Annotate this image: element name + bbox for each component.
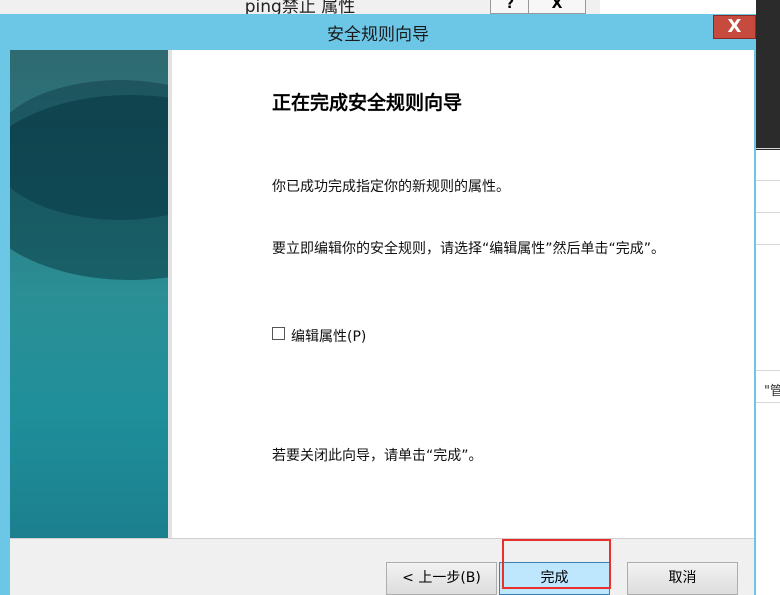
button-bar: < 上一步(B) 完成 取消 — [10, 538, 754, 595]
divider — [756, 212, 780, 213]
success-message: 你已成功完成指定你的新规则的属性。 — [272, 179, 510, 195]
background-window: ping禁止 属性 ? X — [0, 0, 600, 17]
page-heading: 正在完成安全规则向导 — [272, 92, 463, 114]
divider — [756, 180, 780, 181]
banner-decoration — [10, 80, 168, 220]
banner-divider — [168, 50, 172, 538]
wizard-body: 正在完成安全规则向导 你已成功完成指定你的新规则的属性。 要立即编辑你的安全规则… — [10, 50, 754, 595]
finish-button[interactable]: 完成 — [499, 562, 610, 595]
edit-properties-label[interactable]: 编辑属性(P) — [291, 326, 366, 346]
wizard-title: 安全规则向导 — [327, 25, 429, 45]
divider — [756, 148, 780, 149]
divider — [756, 244, 780, 245]
edit-properties-checkbox[interactable] — [272, 327, 285, 340]
background-app-pane: "管 — [756, 0, 780, 595]
divider — [756, 370, 780, 371]
cancel-button[interactable]: 取消 — [627, 562, 738, 595]
background-dark-region — [756, 0, 780, 150]
background-help-button[interactable]: ? — [490, 0, 530, 14]
divider — [756, 402, 780, 403]
back-button[interactable]: < 上一步(B) — [386, 562, 497, 595]
security-rule-wizard: 安全规则向导 X 正在完成安全规则向导 你已成功完成指定你的新规则的属性。 要立… — [0, 14, 756, 595]
background-partial-text: "管 — [764, 384, 780, 399]
close-button[interactable]: X — [713, 15, 756, 39]
background-close-button[interactable]: X — [528, 0, 586, 14]
wizard-side-banner — [10, 50, 168, 538]
divider — [10, 538, 754, 539]
close-instructions: 若要关闭此向导，请单击“完成”。 — [272, 448, 483, 464]
edit-instructions: 要立即编辑你的安全规则，请选择“编辑属性”然后单击“完成”。 — [272, 241, 666, 257]
